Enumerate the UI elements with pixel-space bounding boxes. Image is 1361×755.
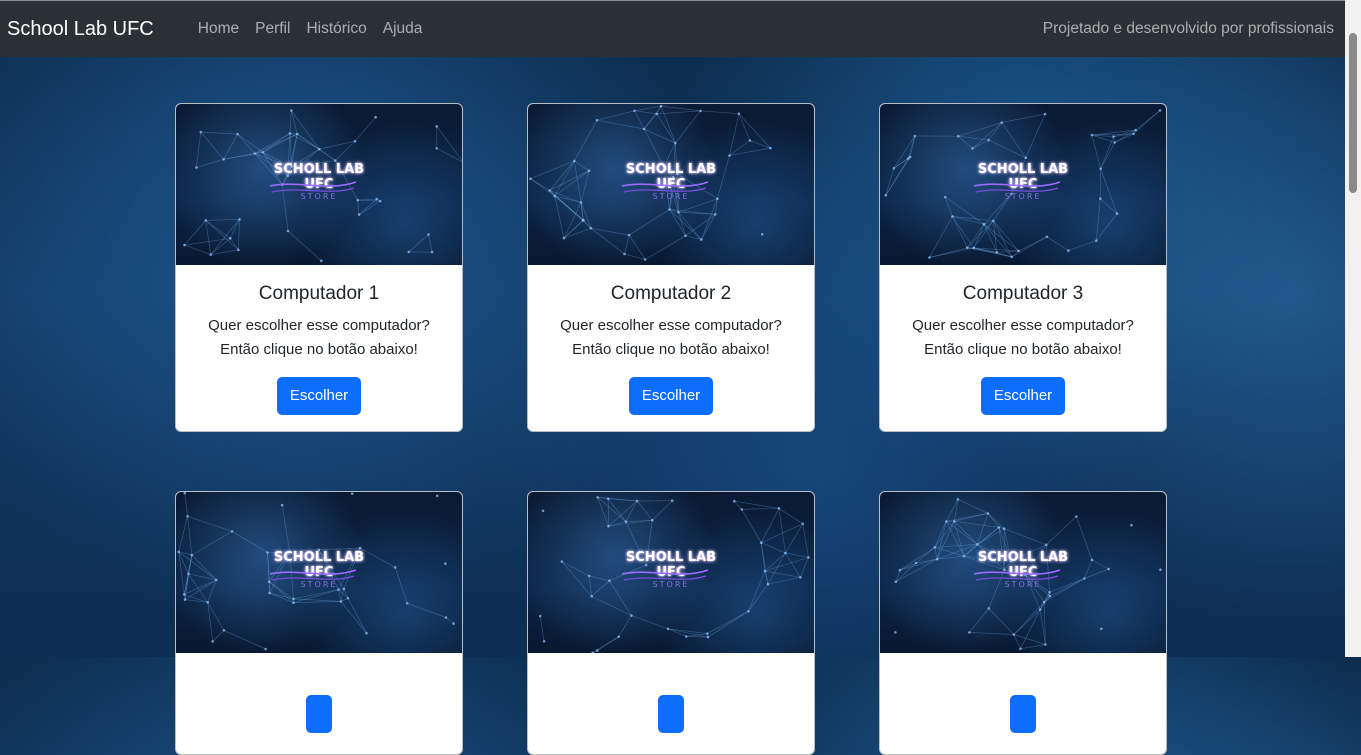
school-lab-logo: SCHOLL LAB UFC STORE bbox=[978, 162, 1068, 202]
card-body bbox=[528, 653, 814, 754]
computer-card: SCHOLL LAB UFC STORE bbox=[879, 491, 1167, 755]
logo-swoosh-icon bbox=[268, 178, 358, 198]
logo-line-1: SCHOLL LAB bbox=[274, 550, 364, 565]
choose-button[interactable] bbox=[1010, 695, 1036, 733]
nav-link-ajuda[interactable]: Ajuda bbox=[375, 20, 431, 38]
brand-title[interactable]: School Lab UFC bbox=[7, 18, 154, 41]
card-body: Computador 1 Quer escolher esse computad… bbox=[176, 265, 462, 431]
card-image: SCHOLL LAB UFC STORE bbox=[176, 104, 462, 265]
navbar: School Lab UFC Home Perfil Histórico Aju… bbox=[0, 0, 1345, 57]
school-lab-logo: SCHOLL LAB UFC STORE bbox=[626, 162, 716, 202]
card-title: Computador 1 bbox=[186, 283, 452, 305]
logo-line-1: SCHOLL LAB bbox=[978, 550, 1068, 565]
logo-swoosh-icon bbox=[972, 566, 1062, 586]
card-text-line-2: Então clique no botão abaixo! bbox=[186, 338, 452, 362]
school-lab-logo: SCHOLL LAB UFC STORE bbox=[274, 550, 364, 590]
choose-button[interactable] bbox=[658, 695, 684, 733]
choose-button[interactable]: Escolher bbox=[277, 377, 361, 415]
scrollbar-thumb[interactable] bbox=[1349, 33, 1357, 193]
choose-button[interactable] bbox=[306, 695, 332, 733]
scrollbar[interactable] bbox=[1345, 0, 1361, 657]
logo-line-1: SCHOLL LAB bbox=[978, 162, 1068, 177]
card-body bbox=[880, 653, 1166, 754]
card-image: SCHOLL LAB UFC STORE bbox=[528, 492, 814, 653]
card-text-line-1: Quer escolher esse computador? bbox=[890, 314, 1156, 338]
card-image: SCHOLL LAB UFC STORE bbox=[176, 492, 462, 653]
card-body: Computador 3 Quer escolher esse computad… bbox=[880, 265, 1166, 431]
logo-swoosh-icon bbox=[620, 178, 710, 198]
card-image: SCHOLL LAB UFC STORE bbox=[528, 104, 814, 265]
computer-card: SCHOLL LAB UFC STORE Computador 3 Quer e… bbox=[879, 103, 1167, 432]
school-lab-logo: SCHOLL LAB UFC STORE bbox=[626, 550, 716, 590]
nav-link-perfil[interactable]: Perfil bbox=[247, 20, 298, 38]
computer-card: SCHOLL LAB UFC STORE bbox=[527, 491, 815, 755]
nav-link-home[interactable]: Home bbox=[190, 20, 247, 38]
card-image: SCHOLL LAB UFC STORE bbox=[880, 104, 1166, 265]
card-text-line-1: Quer escolher esse computador? bbox=[186, 314, 452, 338]
logo-swoosh-icon bbox=[972, 178, 1062, 198]
card-body: Computador 2 Quer escolher esse computad… bbox=[528, 265, 814, 431]
school-lab-logo: SCHOLL LAB UFC STORE bbox=[978, 550, 1068, 590]
computer-card: SCHOLL LAB UFC STORE bbox=[175, 491, 463, 755]
logo-line-1: SCHOLL LAB bbox=[626, 550, 716, 565]
choose-button[interactable]: Escolher bbox=[629, 377, 713, 415]
card-body bbox=[176, 653, 462, 754]
card-text-line-2: Então clique no botão abaixo! bbox=[890, 338, 1156, 362]
computer-card: SCHOLL LAB UFC STORE Computador 1 Quer e… bbox=[175, 103, 463, 432]
choose-button[interactable]: Escolher bbox=[981, 377, 1065, 415]
computer-card: SCHOLL LAB UFC STORE Computador 2 Quer e… bbox=[527, 103, 815, 432]
nav-links: Home Perfil Histórico Ajuda bbox=[190, 20, 431, 38]
logo-swoosh-icon bbox=[620, 566, 710, 586]
card-title: Computador 2 bbox=[538, 283, 804, 305]
nav-link-historico[interactable]: Histórico bbox=[298, 20, 374, 38]
card-title: Computador 3 bbox=[890, 283, 1156, 305]
logo-line-1: SCHOLL LAB bbox=[274, 162, 364, 177]
card-text-line-2: Então clique no botão abaixo! bbox=[538, 338, 804, 362]
logo-swoosh-icon bbox=[268, 566, 358, 586]
card-text-line-1: Quer escolher esse computador? bbox=[538, 314, 804, 338]
navbar-credits: Projetado e desenvolvido por profissiona… bbox=[1043, 20, 1334, 38]
card-image: SCHOLL LAB UFC STORE bbox=[880, 492, 1166, 653]
school-lab-logo: SCHOLL LAB UFC STORE bbox=[274, 162, 364, 202]
logo-line-1: SCHOLL LAB bbox=[626, 162, 716, 177]
